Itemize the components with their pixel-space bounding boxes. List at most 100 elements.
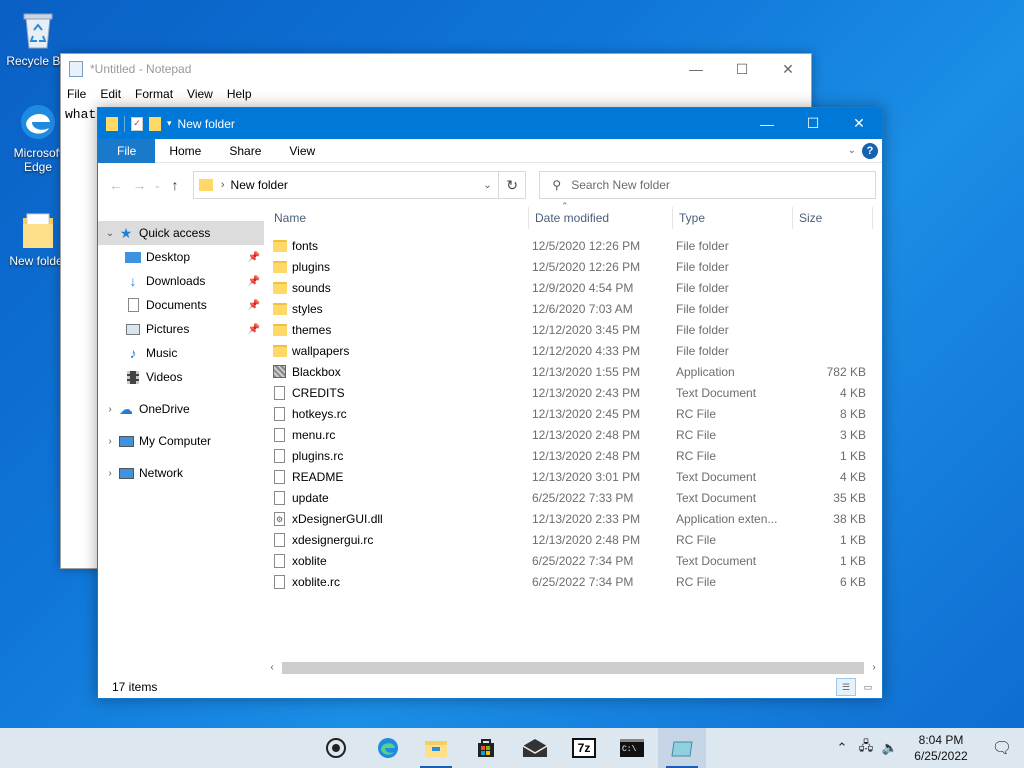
- sidebar-item-network[interactable]: › Network: [98, 461, 264, 485]
- sidebar-item-music[interactable]: ♪ Music: [98, 341, 264, 365]
- horizontal-scrollbar[interactable]: ‹ ›: [264, 659, 882, 676]
- forward-icon[interactable]: →: [128, 177, 152, 193]
- file-type: Text Document: [676, 470, 757, 484]
- menu-help[interactable]: Help: [227, 87, 252, 101]
- table-row[interactable]: styles 12/6/2020 7:03 AM File folder: [264, 299, 882, 320]
- customize-qat-icon[interactable]: ▾: [167, 118, 172, 129]
- minimize-icon[interactable]: —: [744, 108, 790, 139]
- chevron-right-icon[interactable]: ›: [103, 468, 117, 479]
- chevron-up-icon[interactable]: ⌃: [830, 740, 854, 756]
- volume-icon[interactable]: 🔈: [878, 740, 902, 756]
- sidebar-item-my-computer[interactable]: › My Computer: [98, 429, 264, 453]
- menu-format[interactable]: Format: [135, 87, 173, 101]
- tab-share[interactable]: Share: [215, 139, 275, 163]
- tab-file[interactable]: File: [98, 138, 156, 163]
- sidebar-item-label: My Computer: [139, 434, 212, 448]
- pin-icon[interactable]: 📌: [248, 300, 260, 311]
- table-row[interactable]: hotkeys.rc 12/13/2020 2:45 PM RC File 8 KB: [264, 404, 882, 425]
- table-row[interactable]: wallpapers 12/12/2020 4:33 PM File folder: [264, 341, 882, 362]
- 7zip-icon[interactable]: 7z: [560, 728, 608, 768]
- file-type: RC File: [676, 407, 717, 421]
- properties-icon[interactable]: ✓: [131, 116, 143, 131]
- scroll-left-icon[interactable]: ‹: [264, 662, 280, 673]
- cortana-icon[interactable]: [312, 728, 360, 768]
- mail-icon[interactable]: [511, 728, 559, 768]
- menu-file[interactable]: File: [67, 87, 86, 101]
- file-size: 4 KB: [839, 470, 866, 484]
- recent-locations-icon[interactable]: ⌄: [151, 180, 163, 191]
- notepad-titlebar[interactable]: *Untitled - Notepad — ☐ ✕: [61, 54, 811, 84]
- large-icons-view-icon[interactable]: ▭: [858, 678, 878, 696]
- table-row[interactable]: Blackbox 12/13/2020 1:55 PM Application 782…: [264, 362, 882, 383]
- chevron-down-icon[interactable]: ⌄: [103, 228, 117, 239]
- refresh-icon[interactable]: ↻: [498, 171, 527, 199]
- tab-view[interactable]: View: [275, 139, 329, 163]
- blackbox-icon[interactable]: [658, 728, 706, 768]
- sidebar-item-documents[interactable]: Documents 📌: [98, 293, 264, 317]
- sidebar-item-onedrive[interactable]: › ☁ OneDrive: [98, 397, 264, 421]
- explorer-window[interactable]: ✓ ▾ New folder — ☐ ✕ File Home Share Vie…: [97, 107, 883, 699]
- edge-icon[interactable]: [364, 728, 412, 768]
- up-icon[interactable]: ↑: [163, 177, 187, 193]
- scroll-right-icon[interactable]: ›: [866, 662, 882, 673]
- minimize-icon[interactable]: —: [673, 61, 719, 78]
- column-header-date[interactable]: Date modified: [535, 211, 609, 225]
- new-folder-icon[interactable]: [149, 116, 161, 131]
- network-icon[interactable]: 🖧: [854, 737, 878, 759]
- folder-icon: [273, 260, 287, 274]
- sidebar-item-quick-access[interactable]: ⌄ ★ Quick access: [98, 221, 264, 245]
- taskbar: 7z C:\ ⌃ 🖧 🔈 8:04 PM 6/25/2022 🗨: [0, 728, 1024, 768]
- cmd-icon[interactable]: C:\: [608, 728, 656, 768]
- column-header-name[interactable]: Name: [274, 211, 306, 225]
- close-icon[interactable]: ✕: [836, 108, 882, 139]
- table-row[interactable]: sounds 12/9/2020 4:54 PM File folder: [264, 278, 882, 299]
- table-row[interactable]: update 6/25/2022 7:33 PM Text Document 35 K…: [264, 488, 882, 509]
- details-view-icon[interactable]: ☰: [836, 678, 856, 696]
- sidebar-item-pictures[interactable]: Pictures 📌: [98, 317, 264, 341]
- table-row[interactable]: fonts 12/5/2020 12:26 PM File folder: [264, 236, 882, 257]
- expand-ribbon-icon[interactable]: ⌄: [848, 145, 856, 156]
- table-row[interactable]: xdesignergui.rc 12/13/2020 2:48 PM RC File…: [264, 530, 882, 551]
- clock[interactable]: 8:04 PM 6/25/2022: [902, 732, 980, 764]
- store-icon[interactable]: [462, 728, 510, 768]
- table-row[interactable]: CREDITS 12/13/2020 2:43 PM Text Document 4 …: [264, 383, 882, 404]
- help-icon[interactable]: ?: [862, 142, 878, 159]
- chevron-right-icon[interactable]: ›: [103, 404, 117, 415]
- column-header-type[interactable]: Type: [679, 211, 705, 225]
- tab-home[interactable]: Home: [155, 139, 215, 163]
- sidebar-item-downloads[interactable]: ↓ Downloads 📌: [98, 269, 264, 293]
- search-box[interactable]: ⚲ Search New folder: [539, 171, 876, 199]
- close-icon[interactable]: ✕: [765, 61, 811, 78]
- pin-icon[interactable]: 📌: [248, 324, 260, 335]
- maximize-icon[interactable]: ☐: [719, 61, 765, 78]
- table-row[interactable]: xoblite 6/25/2022 7:34 PM Text Document 1 K…: [264, 551, 882, 572]
- pin-icon[interactable]: 📌: [248, 252, 260, 263]
- chevron-right-icon: ›: [220, 179, 225, 191]
- explorer-titlebar[interactable]: ✓ ▾ New folder — ☐ ✕: [98, 108, 882, 139]
- star-icon: ★: [119, 224, 133, 241]
- table-row[interactable]: plugins 12/5/2020 12:26 PM File folder: [264, 257, 882, 278]
- chevron-right-icon[interactable]: ›: [103, 436, 117, 447]
- menu-edit[interactable]: Edit: [100, 87, 121, 101]
- table-row[interactable]: xDesignerGUI.dll 12/13/2020 2:33 PM Applic…: [264, 509, 882, 530]
- file-type: File folder: [676, 323, 729, 337]
- pin-icon[interactable]: 📌: [248, 276, 260, 287]
- sidebar-item-videos[interactable]: Videos: [98, 365, 264, 389]
- file-explorer-icon[interactable]: [412, 728, 460, 768]
- maximize-icon[interactable]: ☐: [790, 108, 836, 139]
- scrollbar-thumb[interactable]: [282, 661, 864, 674]
- notifications-icon[interactable]: 🗨: [980, 738, 1024, 758]
- sidebar-item-desktop[interactable]: Desktop 📌: [98, 245, 264, 269]
- address-bar[interactable]: › New folder ⌄: [192, 171, 499, 199]
- back-icon[interactable]: ←: [104, 177, 128, 193]
- table-row[interactable]: plugins.rc 12/13/2020 2:48 PM RC File 1 KB: [264, 446, 882, 467]
- table-row[interactable]: xoblite.rc 6/25/2022 7:34 PM RC File 6 KB: [264, 572, 882, 593]
- table-row[interactable]: themes 12/12/2020 3:45 PM File folder: [264, 320, 882, 341]
- chevron-down-icon[interactable]: ⌄: [483, 180, 491, 191]
- menu-view[interactable]: View: [187, 87, 213, 101]
- search-input[interactable]: Search New folder: [571, 178, 670, 192]
- sidebar-item-label: Downloads: [146, 274, 206, 288]
- column-header-size[interactable]: Size: [799, 211, 822, 225]
- table-row[interactable]: README 12/13/2020 3:01 PM Text Document 4 K…: [264, 467, 882, 488]
- table-row[interactable]: menu.rc 12/13/2020 2:48 PM RC File 3 KB: [264, 425, 882, 446]
